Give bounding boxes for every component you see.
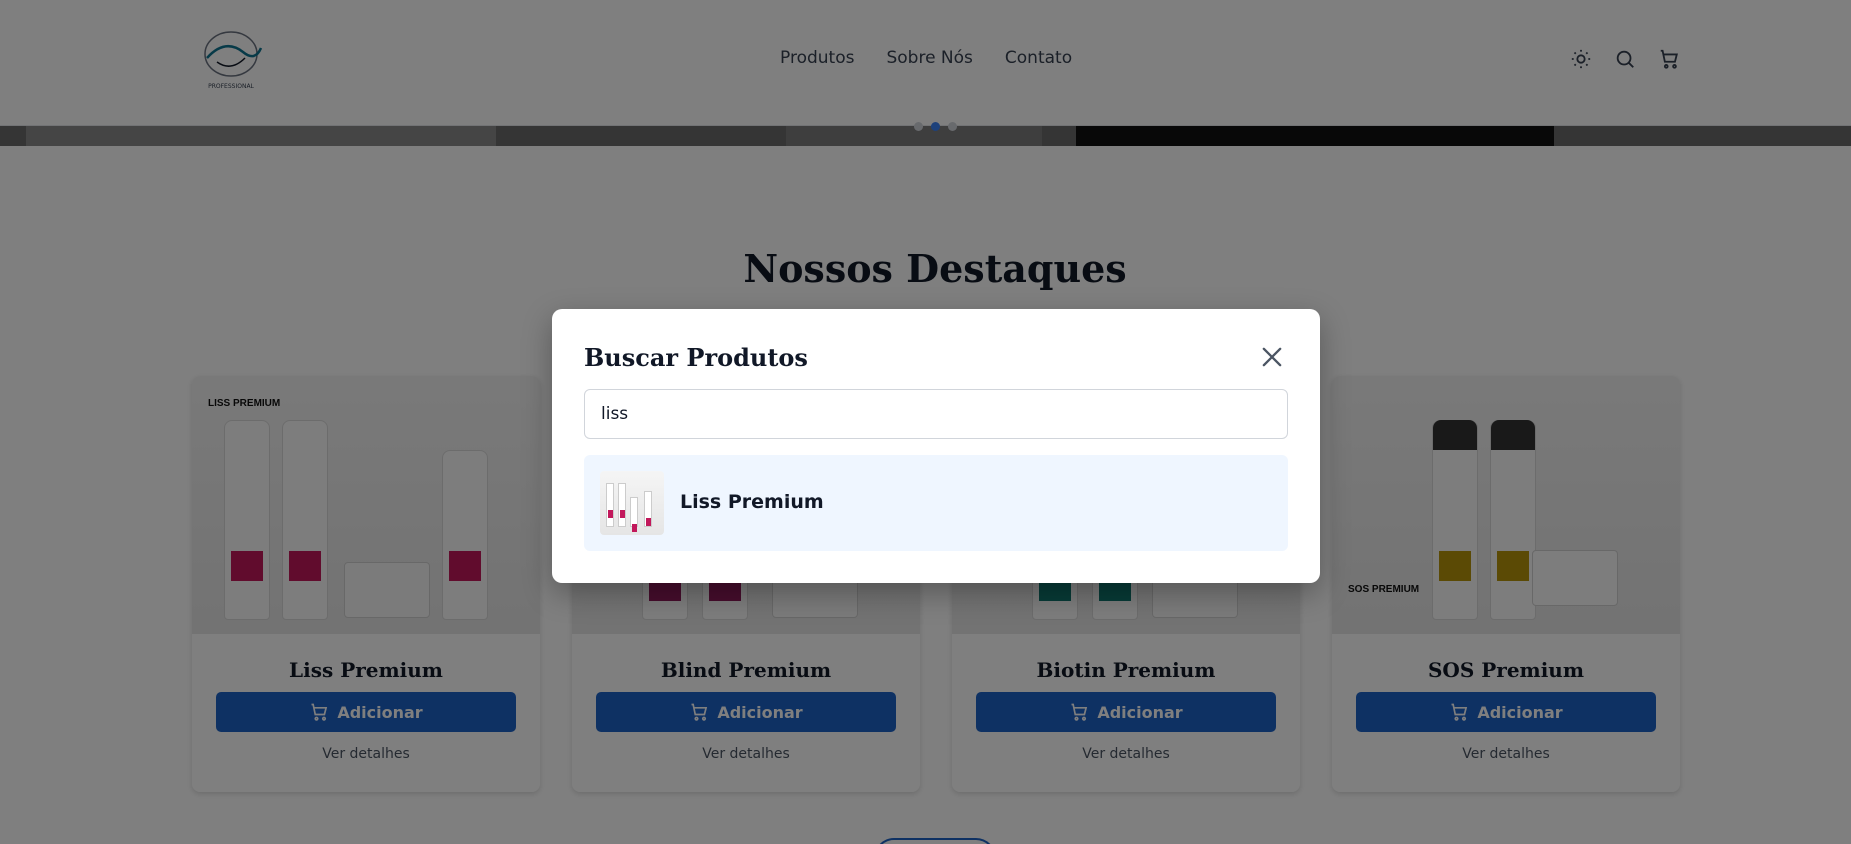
close-icon xyxy=(1262,347,1282,367)
close-button[interactable] xyxy=(1258,343,1286,371)
search-modal: Buscar Produtos Liss Premium xyxy=(552,309,1320,583)
modal-title: Buscar Produtos xyxy=(584,343,808,372)
search-input[interactable] xyxy=(584,389,1288,439)
result-thumbnail xyxy=(600,471,664,535)
result-name: Liss Premium xyxy=(680,491,824,513)
search-result-item[interactable]: Liss Premium xyxy=(584,455,1288,551)
